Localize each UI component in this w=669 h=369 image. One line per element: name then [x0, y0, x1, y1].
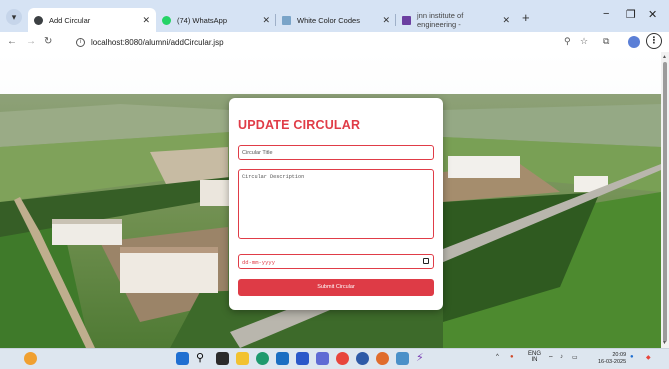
grid-icon: [282, 15, 291, 25]
page-scrollbar[interactable]: ▲ ▼: [661, 52, 669, 348]
search-icon[interactable]: ⚲: [196, 352, 209, 365]
teams-icon[interactable]: [316, 352, 329, 365]
tab-jnn-institute[interactable]: jnn institute of engineering - ✕: [396, 8, 516, 32]
description-placeholder: Circular Description: [242, 174, 305, 180]
circular-description-textarea[interactable]: Circular Description: [238, 169, 434, 239]
browser-toolbar: ← → ↻ i localhost:8080/alumni/addCircula…: [0, 32, 669, 52]
weather-icon[interactable]: [24, 352, 37, 365]
profile-avatar[interactable]: [628, 36, 640, 48]
lang-bottom: IN: [531, 357, 538, 363]
tab-white-color-codes[interactable]: White Color Codes ✕: [276, 8, 396, 32]
battery-icon[interactable]: ▭: [572, 354, 578, 361]
form-heading: UPDATE CIRCULAR: [238, 118, 361, 132]
calendar-icon[interactable]: [423, 258, 429, 264]
update-circular-card: UPDATE CIRCULAR Circular Title Circular …: [229, 98, 443, 310]
minimize-button[interactable]: −: [603, 8, 609, 20]
close-tab-icon[interactable]: ✕: [502, 15, 510, 26]
app-icon[interactable]: [356, 352, 369, 365]
vscode-icon[interactable]: [296, 352, 309, 365]
file-explorer-icon[interactable]: [236, 352, 249, 365]
store-icon[interactable]: [276, 352, 289, 365]
tab-title: White Color Codes: [297, 15, 360, 25]
close-window-button[interactable]: ✕: [648, 8, 657, 21]
whatsapp-icon: [162, 15, 171, 25]
maximize-button[interactable]: ❐: [626, 8, 636, 21]
title-placeholder: Circular Title: [242, 150, 273, 156]
tab-whatsapp[interactable]: (74) WhatsApp ✕: [156, 8, 276, 32]
date-placeholder: dd-mm-yyyy: [242, 259, 276, 266]
edge-icon[interactable]: [256, 352, 269, 365]
globe-icon: [34, 15, 43, 25]
circular-title-input[interactable]: Circular Title: [238, 145, 434, 160]
zoom-icon[interactable]: ⚲: [564, 36, 571, 47]
task-view-icon[interactable]: [216, 352, 229, 365]
tab-strip: ▾ Add Circular ✕ (74) WhatsApp ✕ White C…: [0, 0, 669, 32]
tab-title: Add Circular: [49, 15, 91, 25]
extensions-icon[interactable]: ⧉: [603, 36, 609, 47]
clock-date: 16-03-2025: [598, 359, 627, 365]
volume-icon[interactable]: ♪: [560, 354, 563, 360]
copilot-icon[interactable]: ◆: [646, 354, 651, 361]
scroll-down-arrow-icon[interactable]: ▼: [662, 340, 667, 346]
forward-arrow-icon[interactable]: →: [26, 36, 36, 47]
clock-time: 20:09: [612, 352, 627, 358]
eclipse-icon[interactable]: [376, 352, 389, 365]
tray-app-icon[interactable]: ●: [510, 354, 514, 360]
close-tab-icon[interactable]: ✕: [142, 15, 150, 26]
submit-circular-button[interactable]: Submit Circular: [238, 279, 434, 296]
scrollbar-thumb[interactable]: [663, 62, 667, 342]
paint-icon[interactable]: ⚡: [416, 352, 429, 365]
menu-kebab-icon[interactable]: ⋮: [646, 33, 662, 49]
tab-title: (74) WhatsApp: [177, 15, 228, 25]
close-tab-icon[interactable]: ✕: [262, 15, 270, 26]
tab-add-circular[interactable]: Add Circular ✕: [28, 8, 156, 32]
tray-chevron-icon[interactable]: ^: [496, 354, 499, 360]
windows-start-icon[interactable]: [176, 352, 189, 365]
address-bar[interactable]: i localhost:8080/alumni/addCircular.jsp: [76, 35, 606, 50]
circular-date-input[interactable]: dd-mm-yyyy: [238, 254, 434, 269]
wifi-icon[interactable]: ⌔: [548, 354, 554, 362]
url-text: localhost:8080/alumni/addCircular.jsp: [91, 38, 224, 47]
language-indicator[interactable]: ENG IN: [528, 351, 541, 363]
scroll-up-arrow-icon[interactable]: ▲: [662, 54, 667, 60]
new-tab-button[interactable]: +: [522, 10, 530, 25]
back-arrow-icon[interactable]: ←: [7, 36, 17, 47]
youtube-like-icon: [402, 15, 411, 25]
windows-taskbar: ⚲ ⚡ ^ ● ENG IN ⌔ ♪ ▭ 20:09 16-03-2025 ● …: [0, 348, 669, 369]
reload-icon[interactable]: ↻: [44, 36, 52, 47]
chrome-icon[interactable]: [336, 352, 349, 365]
tab-title: jnn institute of engineering -: [417, 11, 464, 29]
editor-icon[interactable]: [396, 352, 409, 365]
close-tab-icon[interactable]: ✕: [382, 15, 390, 26]
page-content: UPDATE CIRCULAR Circular Title Circular …: [0, 52, 661, 348]
tab-search-icon[interactable]: ▾: [6, 9, 22, 25]
notification-icon[interactable]: ●: [630, 354, 634, 360]
site-info-icon[interactable]: i: [76, 38, 85, 47]
bookmark-star-icon[interactable]: ☆: [580, 36, 588, 47]
system-clock[interactable]: 20:09 16-03-2025: [598, 352, 626, 366]
browser-window: ▾ Add Circular ✕ (74) WhatsApp ✕ White C…: [0, 0, 669, 369]
